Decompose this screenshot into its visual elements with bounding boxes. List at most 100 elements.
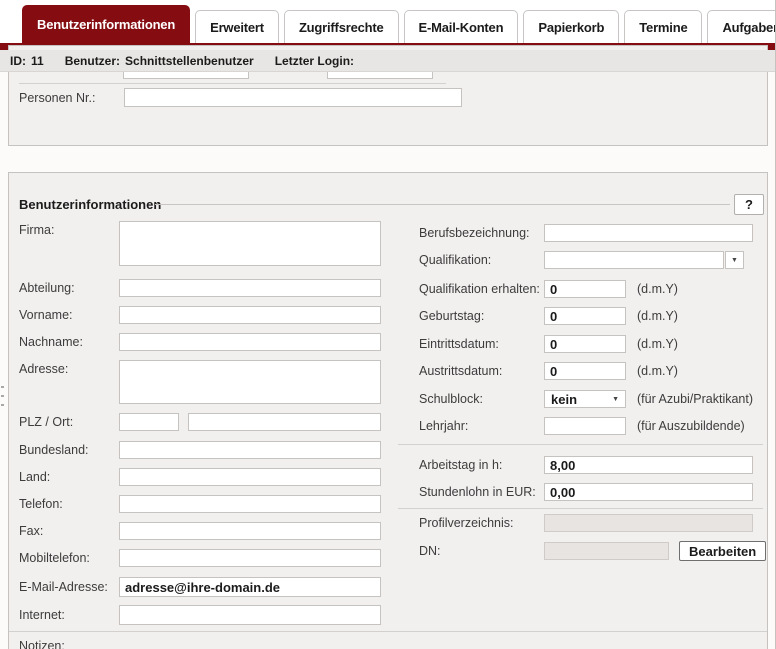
vorname-row: Vorname: bbox=[19, 306, 381, 324]
vorname-label: Vorname: bbox=[19, 308, 73, 322]
land-input[interactable] bbox=[119, 468, 381, 486]
dn-label: DN: bbox=[419, 544, 441, 558]
adresse-row: Adresse: bbox=[19, 360, 381, 404]
email-input[interactable] bbox=[119, 577, 381, 597]
splitter-handle[interactable] bbox=[1, 386, 4, 412]
geburtstag-row: Geburtstag: (d.m.Y) bbox=[419, 307, 678, 325]
geburtstag-label: Geburtstag: bbox=[419, 309, 485, 323]
abteilung-label: Abteilung: bbox=[19, 281, 75, 295]
berufsbezeichnung-row: Berufsbezeichnung: bbox=[419, 224, 753, 242]
date-format-hint: (d.m.Y) bbox=[637, 364, 678, 378]
app-window: Benutzerinformationen Erweitert Zugriffs… bbox=[0, 0, 776, 649]
qualifikation-dropdown-button[interactable]: ▼ bbox=[725, 251, 744, 269]
arbeitstag-row: Arbeitstag in h: bbox=[419, 456, 753, 474]
chevron-down-icon: ▼ bbox=[612, 395, 619, 403]
status-login: Letzter Login: bbox=[275, 54, 364, 68]
status-bar: ID: 11 Benutzer: Schnittstellenbenutzer Le… bbox=[0, 50, 775, 72]
status-login-label: Letzter Login: bbox=[274, 53, 355, 68]
abteilung-row: Abteilung: bbox=[19, 279, 381, 297]
bearbeiten-button[interactable]: Bearbeiten bbox=[679, 541, 767, 561]
lehrjahr-row: Lehrjahr: (für Auszubildende) bbox=[419, 417, 745, 435]
date-format-hint: (d.m.Y) bbox=[637, 282, 678, 296]
land-row: Land: bbox=[19, 468, 381, 486]
schulblock-hint: (für Azubi/Praktikant) bbox=[637, 392, 754, 406]
adresse-input[interactable] bbox=[119, 360, 381, 404]
status-user: Benutzer: Schnittstellenbenutzer bbox=[65, 54, 259, 68]
personen-nr-row: Personen Nr.: bbox=[19, 88, 462, 107]
tab-erweitert[interactable]: Erweitert bbox=[195, 10, 279, 43]
berufsbezeichnung-label: Berufsbezeichnung: bbox=[419, 226, 530, 240]
land-label: Land: bbox=[19, 470, 51, 484]
schulblock-select[interactable]: kein ▼ bbox=[544, 390, 626, 408]
telefon-input[interactable] bbox=[119, 495, 381, 513]
status-id-label: ID: bbox=[10, 53, 26, 68]
dn-input bbox=[544, 542, 669, 560]
help-button[interactable]: ? bbox=[734, 194, 764, 215]
bundesland-input[interactable] bbox=[119, 441, 381, 459]
qualifikation-input[interactable] bbox=[544, 251, 724, 269]
tab-aufgaben[interactable]: Aufgaben bbox=[707, 10, 775, 43]
austrittsdatum-input[interactable] bbox=[544, 362, 626, 380]
profilverzeichnis-label: Profilverzeichnis: bbox=[419, 516, 514, 530]
nachname-input[interactable] bbox=[119, 333, 381, 351]
personen-nr-input[interactable] bbox=[124, 88, 462, 107]
vorname-input[interactable] bbox=[119, 306, 381, 324]
telefon-label: Telefon: bbox=[19, 497, 63, 511]
mobiltelefon-input[interactable] bbox=[119, 549, 381, 567]
eintrittsdatum-input[interactable] bbox=[544, 335, 626, 353]
tab-zugriffsrechte[interactable]: Zugriffsrechte bbox=[283, 10, 399, 43]
date-format-hint: (d.m.Y) bbox=[637, 337, 678, 351]
fax-row: Fax: bbox=[19, 522, 381, 540]
geburtstag-input[interactable] bbox=[544, 307, 626, 325]
qualifikation-label: Qualifikation: bbox=[419, 253, 492, 267]
lehrjahr-input[interactable] bbox=[544, 417, 626, 435]
arbeitstag-input[interactable] bbox=[544, 456, 753, 474]
email-label: E-Mail-Adresse: bbox=[19, 580, 108, 594]
profilverzeichnis-row: Profilverzeichnis: bbox=[419, 514, 753, 532]
arbeitstag-label: Arbeitstag in h: bbox=[419, 458, 503, 472]
plz-input[interactable] bbox=[119, 413, 179, 431]
benutzerinformationen-section: Benutzerinformationen ? Firma: Abteilung… bbox=[8, 172, 768, 649]
eintrittsdatum-row: Eintrittsdatum: (d.m.Y) bbox=[419, 335, 678, 353]
tab-email-konten[interactable]: E-Mail-Konten bbox=[403, 10, 519, 43]
fax-label: Fax: bbox=[19, 524, 44, 538]
stundenlohn-input[interactable] bbox=[544, 483, 753, 501]
plz-ort-row: PLZ / Ort: bbox=[19, 413, 381, 431]
bundesland-row: Bundesland: bbox=[19, 441, 381, 459]
chevron-down-icon: ▼ bbox=[731, 256, 738, 264]
abteilung-input[interactable] bbox=[119, 279, 381, 297]
divider bbox=[398, 444, 763, 445]
stundenlohn-label: Stundenlohn in EUR: bbox=[419, 485, 536, 499]
qualifikation-erhalten-input[interactable] bbox=[544, 280, 626, 298]
tab-termine[interactable]: Termine bbox=[624, 10, 703, 43]
lehrjahr-label: Lehrjahr: bbox=[419, 419, 469, 433]
austrittsdatum-label: Austrittsdatum: bbox=[419, 364, 503, 378]
divider bbox=[155, 204, 730, 205]
ort-input[interactable] bbox=[188, 413, 381, 431]
schulblock-row: Schulblock: kein ▼ (für Azubi/Praktikant… bbox=[419, 390, 753, 408]
tab-benutzerinformationen[interactable]: Benutzerinformationen bbox=[22, 5, 191, 43]
internet-input[interactable] bbox=[119, 605, 381, 625]
adresse-label: Adresse: bbox=[19, 362, 69, 376]
internet-row: Internet: bbox=[19, 605, 381, 625]
berufsbezeichnung-input[interactable] bbox=[544, 224, 753, 242]
fax-input[interactable] bbox=[119, 522, 381, 540]
qualifikation-erhalten-row: Qualifikation erhalten: (d.m.Y) bbox=[419, 280, 678, 298]
bundesland-label: Bundesland: bbox=[19, 443, 89, 457]
lehrjahr-hint: (für Auszubildende) bbox=[637, 419, 745, 433]
status-id: ID: 11 bbox=[10, 54, 49, 68]
eintrittsdatum-label: Eintrittsdatum: bbox=[419, 337, 499, 351]
austrittsdatum-row: Austrittsdatum: (d.m.Y) bbox=[419, 362, 678, 380]
divider bbox=[398, 508, 763, 509]
firma-input[interactable] bbox=[119, 221, 381, 266]
tab-papierkorb[interactable]: Papierkorb bbox=[523, 10, 620, 43]
dn-row: DN: Bearbeiten bbox=[419, 541, 767, 561]
status-user-value: Schnittstellenbenutzer bbox=[125, 53, 254, 68]
telefon-row: Telefon: bbox=[19, 495, 381, 513]
date-format-hint: (d.m.Y) bbox=[637, 309, 678, 323]
status-id-value: 11 bbox=[31, 53, 44, 68]
notizen-label: Notizen: bbox=[19, 639, 65, 649]
divider bbox=[9, 631, 767, 632]
schulblock-label: Schulblock: bbox=[419, 392, 483, 406]
stundenlohn-row: Stundenlohn in EUR: bbox=[419, 483, 753, 501]
